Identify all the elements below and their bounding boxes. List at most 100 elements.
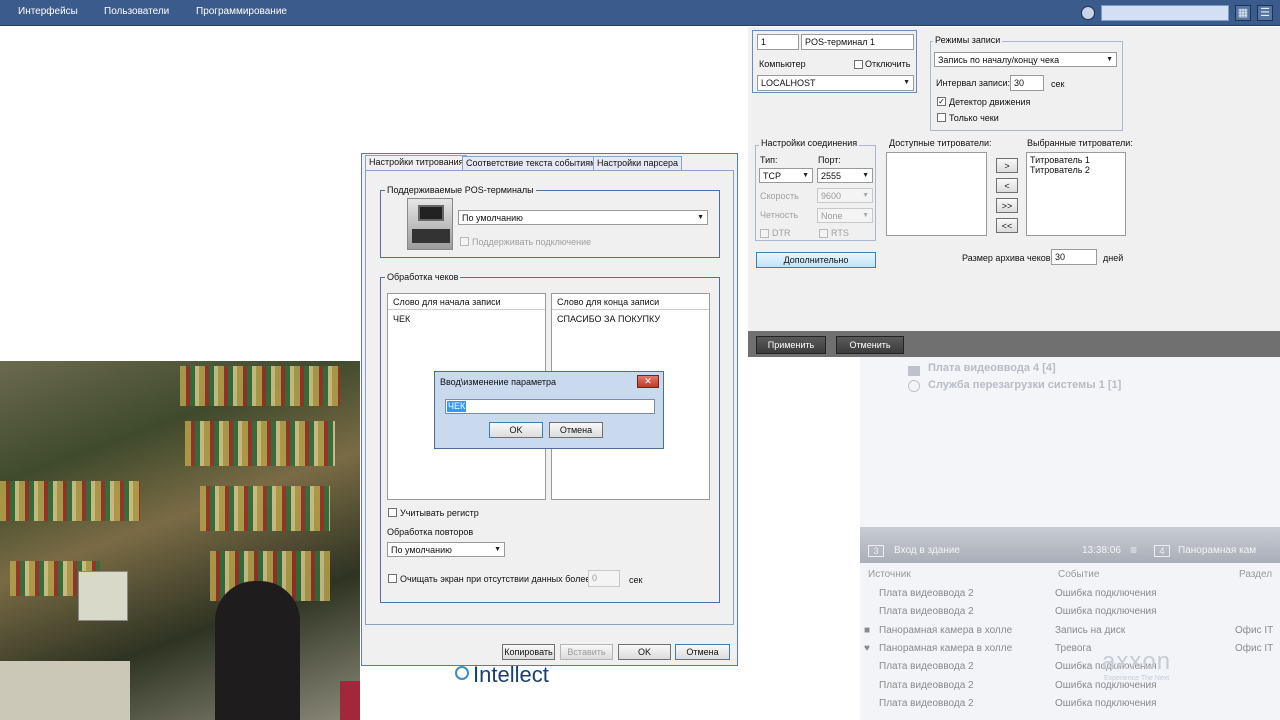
end-words-header[interactable]: Слово для конца записи (552, 294, 709, 310)
pos-type-select[interactable]: По умолчанию (458, 210, 708, 225)
clear-screen-checkbox[interactable] (388, 574, 397, 583)
camera-3-time: 13:38:06 (1082, 545, 1121, 556)
tab-text-events[interactable]: Соответствие текста событиям (462, 156, 601, 170)
cancel-changes-button[interactable]: Отменить (836, 336, 904, 354)
table-row[interactable]: Плата видеоввода 2 Ошибка подключения (860, 677, 1280, 695)
red-object (340, 681, 360, 720)
pos-settings-panel: 1 POS-терминал 1 Компьютер Отключить LOC… (748, 27, 1280, 331)
tab-titration-settings[interactable]: Настройки титрования (365, 155, 468, 170)
parameter-input[interactable]: ЧЕК (445, 399, 655, 414)
repeat-processing-select[interactable]: По умолчанию (387, 542, 505, 557)
rts-checkbox[interactable] (819, 229, 828, 238)
pos-terminal-icon (407, 198, 453, 250)
advanced-button[interactable]: Дополнительно (756, 252, 876, 268)
menu-interfaces[interactable]: Интерфейсы (18, 6, 78, 17)
close-icon[interactable]: ✕ (637, 375, 659, 388)
motion-detector-checkbox[interactable]: ✓ (937, 97, 946, 106)
table-row[interactable]: Плата видеоввода 2 Ошибка подключения (860, 585, 1280, 603)
events-header-event[interactable]: Событие (1058, 569, 1099, 580)
popup-ok-button[interactable]: OK (489, 422, 543, 438)
interval-input[interactable]: 30 (1010, 75, 1044, 91)
clear-screen-input[interactable]: 0 (588, 570, 620, 587)
event-section: Офис IT (1235, 624, 1274, 636)
tab-parser-settings[interactable]: Настройки парсера (593, 156, 683, 170)
available-titlers-label: Доступные титрователи: (889, 138, 992, 148)
check-processing-title: Обработка чеков (385, 272, 461, 282)
ok-button[interactable]: OK (618, 644, 671, 660)
support-connection-checkbox[interactable] (460, 237, 469, 246)
parity-select[interactable]: None (817, 208, 873, 223)
only-checks-checkbox[interactable] (937, 113, 946, 122)
table-row[interactable]: Плата видеоввода 2 Ошибка подключения (860, 603, 1280, 621)
list-item[interactable]: Титрователь 2 (1030, 165, 1090, 175)
person-silhouette (215, 581, 300, 720)
counter (0, 661, 130, 720)
dtr-checkbox[interactable] (760, 229, 769, 238)
apply-button[interactable]: Применить (756, 336, 826, 354)
cancel-button[interactable]: Отмена (675, 644, 730, 660)
case-sensitive-checkbox[interactable] (388, 508, 397, 517)
settings-gear-icon[interactable] (1081, 6, 1095, 20)
start-word-item[interactable]: ЧЕК (393, 314, 410, 324)
camera-video-view[interactable] (0, 361, 360, 720)
selected-titlers-list[interactable]: Титрователь 1 Титрователь 2 (1026, 152, 1126, 236)
port-select[interactable]: 2555 (817, 168, 873, 183)
camera-3-name[interactable]: Вход в здание (894, 545, 960, 556)
table-row[interactable]: ♥ Панорамная камера в холле Тревога Офис IT (860, 640, 1280, 658)
table-row[interactable]: Плата видеоввода 2 Ошибка подключения (860, 658, 1280, 676)
video-card-icon (908, 366, 920, 376)
event-source: Плата видеоввода 2 (879, 661, 974, 673)
camera-menu-icon[interactable]: ≡ (1130, 543, 1137, 557)
event-source: Плата видеоввода 2 (879, 697, 974, 709)
archive-size-input[interactable]: 30 (1051, 249, 1097, 265)
event-source: Панорамная камера в холле (879, 624, 1013, 636)
events-header-source[interactable]: Источник (868, 569, 911, 580)
brand-axxon: axxon (1102, 648, 1172, 675)
layout-grid-icon[interactable]: ▦ (1235, 5, 1251, 21)
available-titlers-list[interactable] (886, 152, 987, 236)
record-mode-select[interactable]: Запись по началу/концу чека (934, 52, 1117, 67)
speed-select[interactable]: 9600 (817, 188, 873, 203)
list-item[interactable]: Титрователь 1 (1030, 155, 1090, 165)
archive-size-label: Размер архива чеков: (962, 253, 1054, 263)
disable-checkbox[interactable] (854, 60, 863, 69)
event-source: Плата видеоввода 2 (879, 606, 974, 618)
list-menu-icon[interactable]: ☰ (1257, 5, 1273, 21)
type-select[interactable]: TCP (759, 168, 813, 183)
support-connection-label: Поддерживать подключение (472, 237, 592, 247)
archive-size-unit: дней (1103, 253, 1124, 263)
end-word-item[interactable]: СПАСИБО ЗА ПОКУПКУ (557, 314, 660, 324)
event-source: Плата видеоввода 2 (879, 588, 974, 599)
device-id-field[interactable]: 1 (757, 34, 799, 50)
events-header-section[interactable]: Раздел (1239, 569, 1272, 580)
record-mode-title: Режимы записи (933, 35, 1003, 45)
move-all-right-button[interactable]: >> (996, 198, 1018, 213)
move-all-left-button[interactable]: << (996, 218, 1018, 233)
motion-detector-label: Детектор движения (949, 97, 1031, 107)
parity-label: Четность (760, 210, 799, 220)
move-right-button[interactable]: > (996, 158, 1018, 173)
panel-button-bar: Применить Отменить (748, 331, 1280, 357)
dtr-label: DTR (772, 228, 791, 238)
move-left-button[interactable]: < (996, 178, 1018, 193)
events-header: Источник Событие Раздел (860, 566, 1280, 584)
computer-select[interactable]: LOCALHOST (757, 75, 914, 91)
table-row[interactable]: ■ Панорамная камера в холле Запись на диск… (860, 622, 1280, 640)
top-search-input[interactable] (1101, 5, 1229, 21)
menu-programming[interactable]: Программирование (196, 6, 287, 17)
start-words-header[interactable]: Слово для начала записи (388, 294, 545, 310)
computer-label: Компьютер (759, 59, 806, 69)
selected-titlers-label: Выбранные титрователи: (1027, 138, 1133, 148)
menu-users[interactable]: Пользователи (104, 6, 169, 17)
popup-cancel-button[interactable]: Отмена (549, 422, 603, 438)
rts-label: RTS (831, 228, 849, 238)
copy-button[interactable]: Копировать (502, 644, 555, 660)
cash-register-icon (78, 571, 128, 621)
port-label: Порт: (818, 155, 841, 165)
table-row[interactable]: Плата видеоввода 2 Ошибка подключения (860, 695, 1280, 713)
paste-button[interactable]: Вставить (560, 644, 613, 660)
device-name-field[interactable]: POS-терминал 1 (801, 34, 914, 50)
tree-item-reboot-service[interactable]: Служба перезагрузки системы 1 [1] (928, 379, 1121, 391)
camera-4-name[interactable]: Панорамная кам (1178, 545, 1256, 556)
tree-item-video-card[interactable]: Плата видеоввода 4 [4] (928, 362, 1056, 374)
